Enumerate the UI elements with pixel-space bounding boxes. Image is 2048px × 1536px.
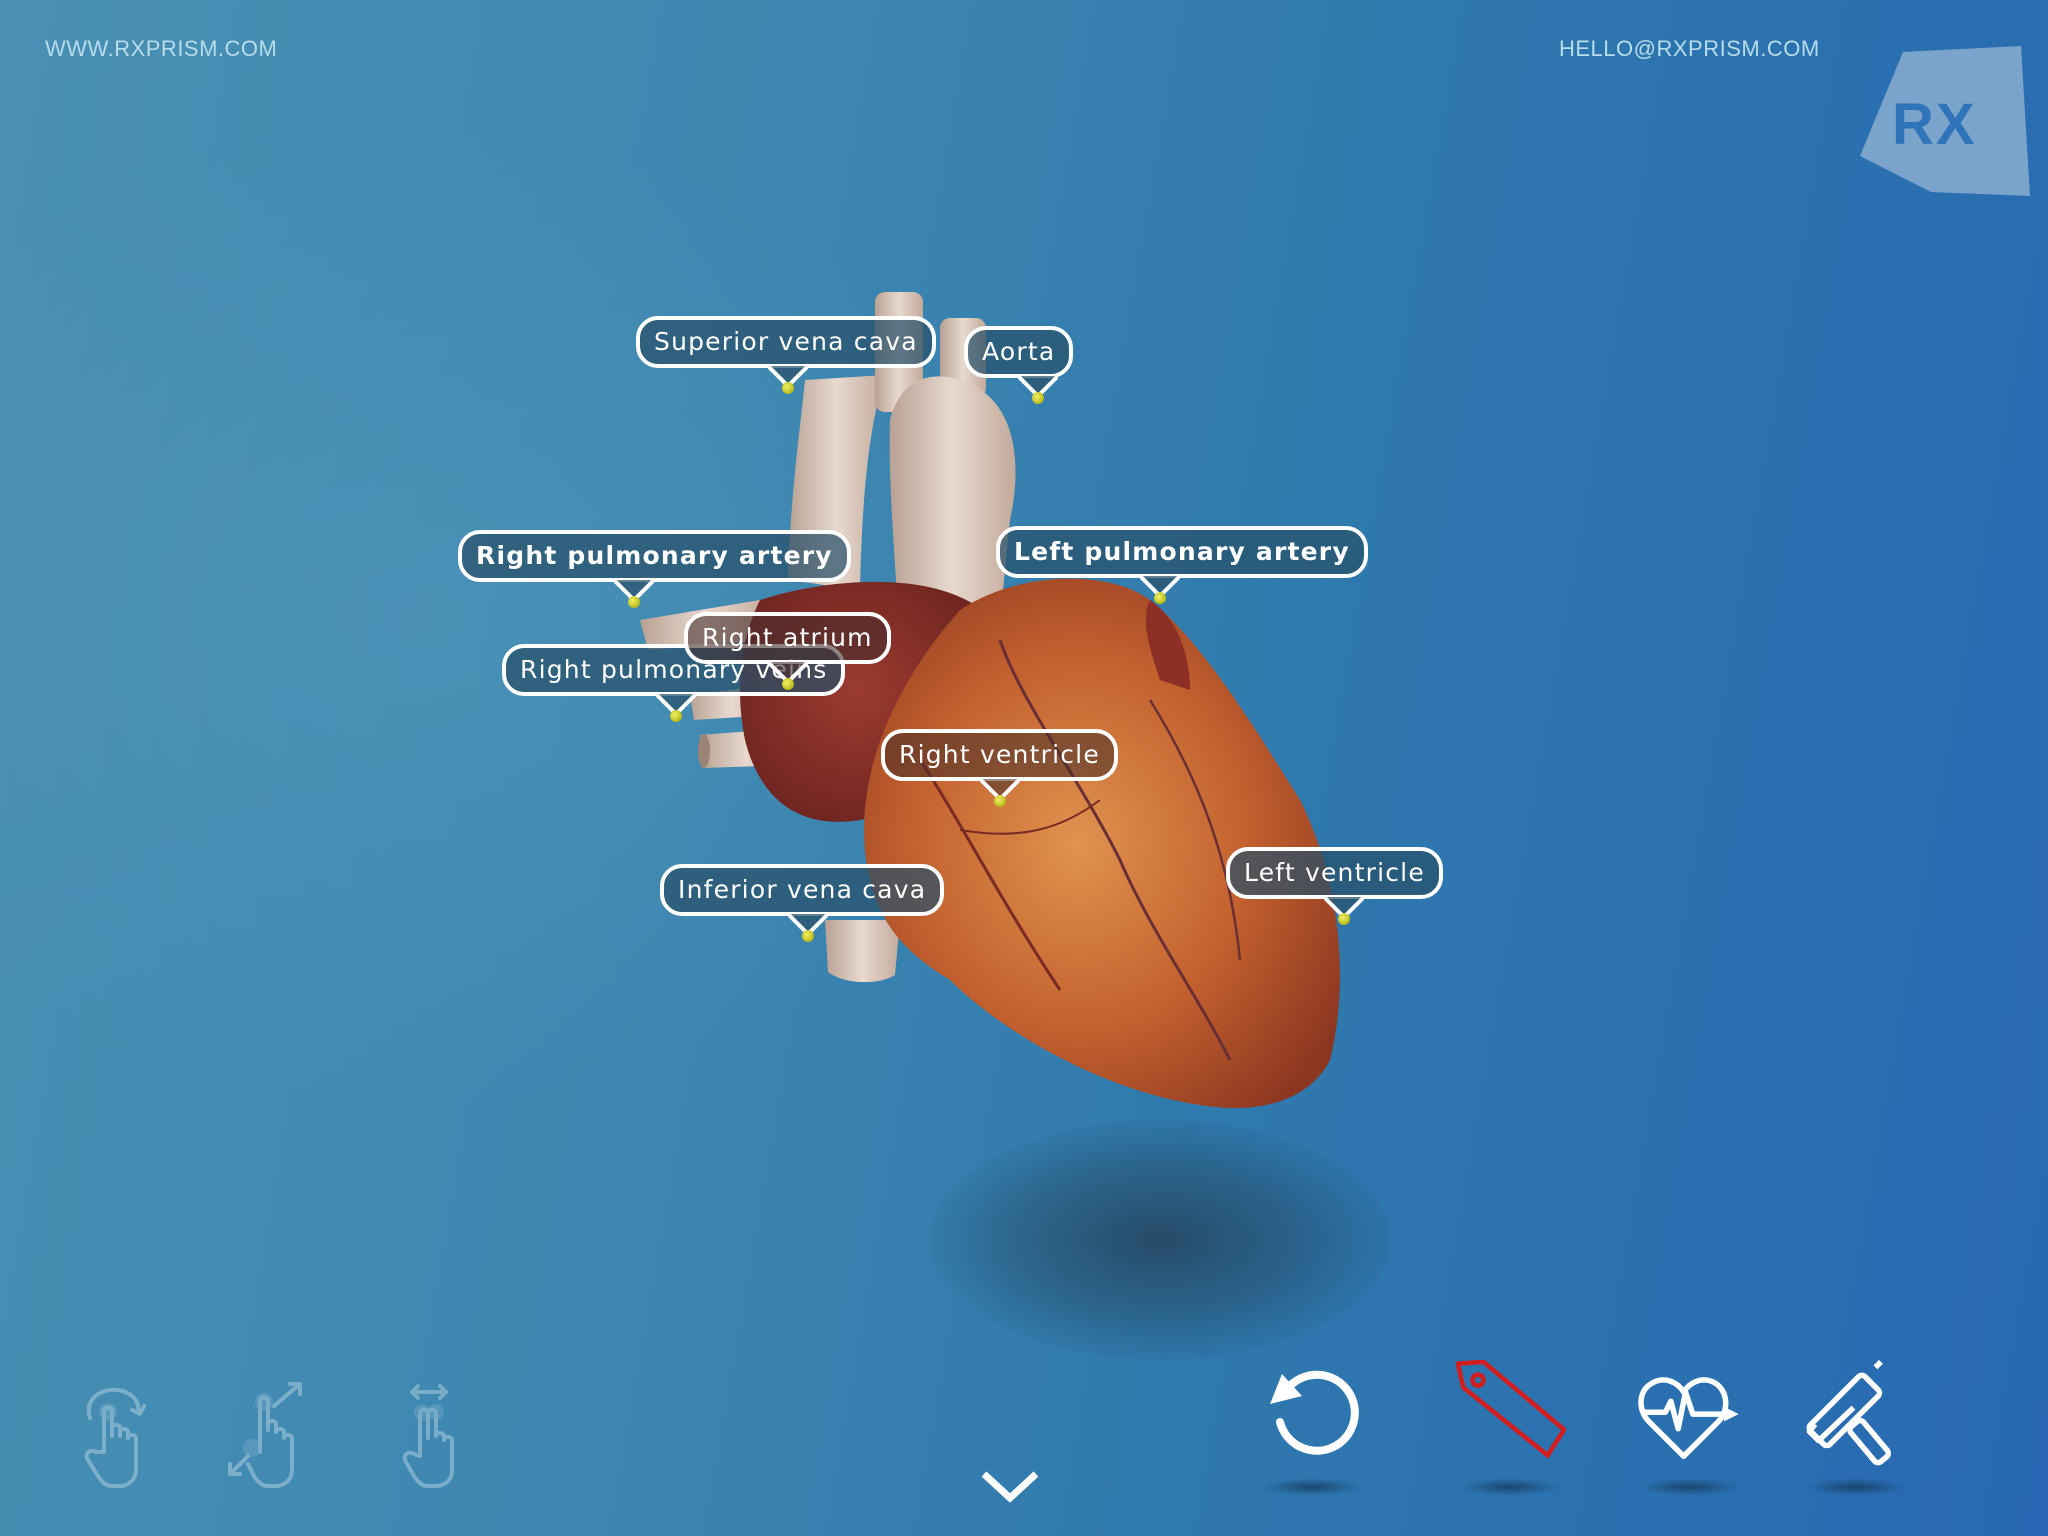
label-right-pulmonary-artery[interactable]: Right pulmonary artery (458, 530, 851, 608)
chevron-down-icon[interactable] (978, 1464, 1042, 1506)
pinch-zoom-gesture-icon (228, 1382, 302, 1488)
label-text: Right atrium (702, 623, 873, 652)
heartbeat-icon[interactable] (1636, 1360, 1746, 1470)
viewport[interactable]: WWW.RXPRISM.COM HELLO@RXPRISM.COM RX Sup… (0, 0, 2048, 1536)
label-text: Right pulmonary artery (476, 541, 833, 570)
anchor-pin (802, 930, 814, 942)
animation-button-shadow (1640, 1478, 1740, 1496)
label-aorta[interactable]: Aorta (964, 326, 1074, 404)
rotate-gesture-icon (84, 1387, 146, 1488)
reset-icon[interactable] (1258, 1360, 1368, 1470)
ventricles (864, 578, 1340, 1108)
paint-button-shadow (1806, 1478, 1906, 1496)
labels-button-shadow (1460, 1478, 1560, 1496)
two-finger-pan-gesture-icon (402, 1384, 454, 1488)
anchor-pin (1154, 592, 1166, 604)
label-left-ventricle[interactable]: Left ventricle (1226, 847, 1443, 925)
anchor-pin (994, 795, 1006, 807)
label-text: Superior vena cava (654, 327, 918, 356)
anchor-pin (670, 710, 682, 722)
label-text: Left ventricle (1244, 858, 1425, 887)
anchor-pin (628, 596, 640, 608)
inferior-vena-cava-vessel (825, 920, 900, 983)
label-right-atrium[interactable]: Right atrium (684, 612, 891, 690)
label-text: Aorta (982, 337, 1056, 366)
label-right-ventricle[interactable]: Right ventricle (881, 729, 1118, 807)
reset-button-shadow (1262, 1478, 1362, 1496)
label-text: Inferior vena cava (678, 875, 927, 904)
anchor-pin (782, 678, 794, 690)
label-text: Right ventricle (899, 740, 1100, 769)
label-left-pulmonary-artery[interactable]: Left pulmonary artery (996, 526, 1368, 604)
label-superior-vena-cava[interactable]: Superior vena cava (636, 316, 936, 394)
anchor-pin (1032, 392, 1044, 404)
label-text: Left pulmonary artery (1014, 537, 1350, 566)
anchor-pin (1338, 913, 1350, 925)
paint-roller-icon[interactable] (1804, 1360, 1914, 1470)
anchor-pin (782, 382, 794, 394)
label-inferior-vena-cava[interactable]: Inferior vena cava (660, 864, 945, 942)
label-tag-icon[interactable] (1456, 1360, 1566, 1470)
